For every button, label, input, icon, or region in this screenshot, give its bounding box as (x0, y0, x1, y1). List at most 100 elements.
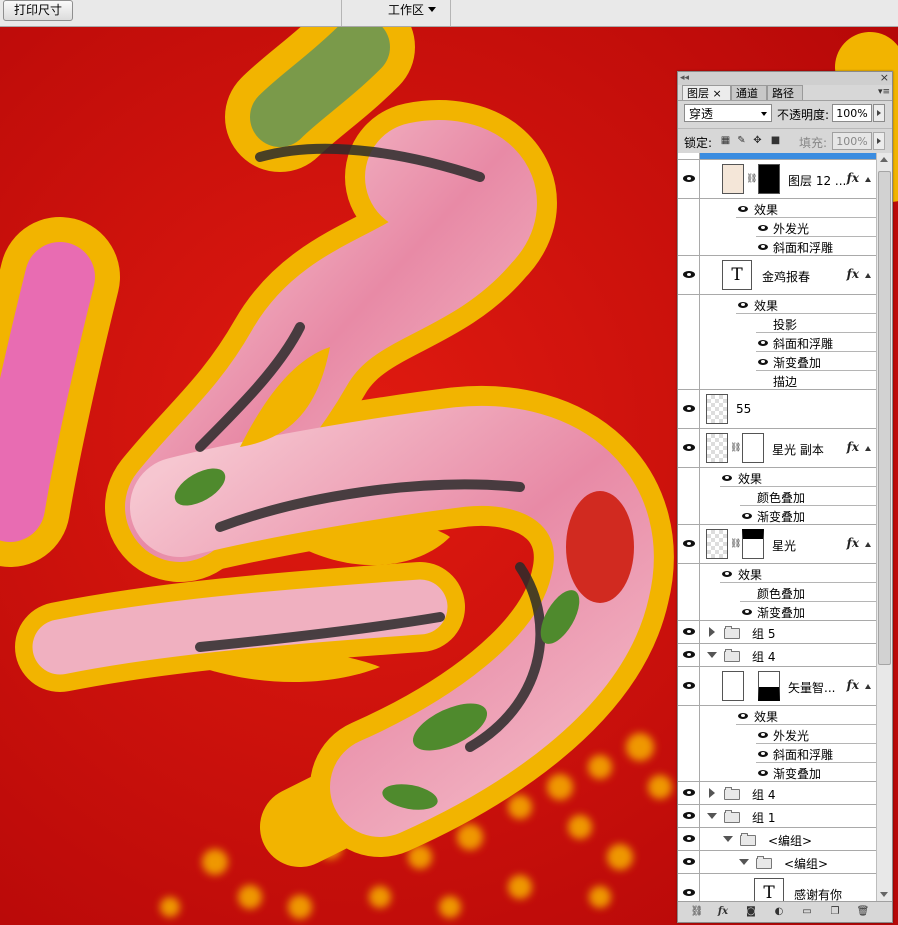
visibility-toggle[interactable] (678, 744, 700, 763)
visibility-toggle[interactable] (678, 621, 700, 643)
layer-row-group1[interactable]: 组 1 (678, 805, 876, 828)
print-size-button[interactable]: 打印尺寸 (3, 0, 73, 21)
visibility-toggle[interactable] (678, 583, 700, 602)
visibility-toggle[interactable] (678, 782, 700, 804)
fill-field[interactable]: 100% (832, 132, 872, 150)
fx-icon[interactable]: fx (847, 171, 859, 185)
visibility-toggle[interactable] (678, 706, 700, 725)
new-group-icon[interactable]: ▭ (800, 905, 814, 918)
visibility-toggle[interactable] (678, 371, 700, 389)
layer-row-group5[interactable]: 组 5 (678, 621, 876, 644)
effect-row[interactable]: 斜面和浮雕 (678, 744, 876, 763)
fx-icon[interactable]: fx (847, 267, 859, 281)
visibility-toggle[interactable] (678, 487, 700, 506)
visibility-toggle[interactable] (678, 429, 700, 467)
expand-arrow-icon[interactable] (709, 788, 715, 798)
visibility-toggle[interactable] (678, 153, 700, 159)
add-mask-icon[interactable]: ◙ (744, 905, 758, 918)
visibility-toggle[interactable] (678, 805, 700, 827)
layer-row-layer12[interactable]: ⛓ 图层 12 ... fx (678, 160, 876, 199)
scroll-thumb[interactable] (878, 171, 891, 665)
effect-row[interactable]: 渐变叠加 (678, 352, 876, 371)
effects-row[interactable]: 效果 (678, 564, 876, 583)
visibility-toggle[interactable] (678, 828, 700, 850)
tab-layers[interactable]: 图层 × (682, 85, 731, 100)
panel-titlebar[interactable]: ◂◂ × (678, 71, 892, 85)
close-icon[interactable]: × (880, 71, 889, 84)
effect-row[interactable]: 渐变叠加 (678, 506, 876, 525)
lock-transparency-icon[interactable]: ▦ (720, 135, 731, 146)
layer-row-text-jinji[interactable]: T 金鸡报春 fx (678, 256, 876, 295)
visibility-toggle[interactable] (678, 352, 700, 371)
layer-row-xingguang-copy[interactable]: ⛓ 星光 副本 fx (678, 429, 876, 468)
effect-row[interactable]: 外发光 (678, 725, 876, 744)
trash-icon[interactable]: 🗑 (856, 905, 870, 918)
layer-row-xingguang[interactable]: ⛓ 星光 fx (678, 525, 876, 564)
scroll-up-icon[interactable] (880, 157, 888, 162)
visibility-toggle[interactable] (678, 333, 700, 352)
visibility-toggle[interactable] (678, 468, 700, 487)
lock-all-icon[interactable]: ■ (770, 135, 781, 146)
effects-row[interactable]: 效果 (678, 468, 876, 487)
collapse-arrow-icon[interactable] (707, 813, 717, 819)
visibility-toggle[interactable] (678, 506, 700, 524)
fx-icon[interactable]: fx (847, 536, 859, 550)
adjustment-layer-icon[interactable]: ◐ (772, 905, 786, 918)
visibility-toggle[interactable] (678, 851, 700, 873)
layer-row-55[interactable]: 55 (678, 390, 876, 429)
visibility-toggle[interactable] (678, 644, 700, 666)
visibility-toggle[interactable] (678, 874, 700, 901)
visibility-toggle[interactable] (678, 763, 700, 781)
effects-row[interactable]: 效果 (678, 295, 876, 314)
effect-row[interactable]: 颜色叠加 (678, 583, 876, 602)
visibility-toggle[interactable] (678, 525, 700, 563)
visibility-toggle[interactable] (678, 667, 700, 705)
effect-row[interactable]: 描边 (678, 371, 876, 390)
visibility-toggle[interactable] (678, 256, 700, 294)
expand-effects-icon[interactable] (865, 177, 871, 182)
panel-menu-icon[interactable]: ▾≡ (878, 87, 890, 97)
lock-paint-icon[interactable]: ✎ (736, 135, 747, 146)
add-style-icon[interactable]: fx (716, 905, 730, 918)
effect-row[interactable]: 渐变叠加 (678, 763, 876, 782)
visibility-toggle[interactable] (678, 218, 700, 237)
visibility-toggle[interactable] (678, 199, 700, 218)
layer-row-text-thanks[interactable]: T 感谢有你 (678, 874, 876, 901)
link-layers-icon[interactable]: ⛓ (690, 905, 704, 918)
workspace-menu[interactable]: 工作区 (388, 0, 437, 20)
effects-row[interactable]: 效果 (678, 199, 876, 218)
opacity-slider-button[interactable] (873, 104, 885, 122)
visibility-toggle[interactable] (678, 237, 700, 255)
layer-row-edit-group[interactable]: <编组> (678, 851, 876, 874)
layer-row-vector-smart[interactable]: 矢量智... fx (678, 667, 876, 706)
layer-row-edit-group[interactable]: <编组> (678, 828, 876, 851)
effect-row[interactable]: 颜色叠加 (678, 487, 876, 506)
collapse-arrow-icon[interactable] (723, 836, 733, 842)
fx-icon[interactable]: fx (847, 678, 859, 692)
collapse-arrow-icon[interactable] (707, 652, 717, 658)
visibility-toggle[interactable] (678, 314, 700, 333)
layer-row-group4-open[interactable]: 组 4 (678, 644, 876, 667)
visibility-toggle[interactable] (678, 602, 700, 620)
effect-row[interactable]: 投影 (678, 314, 876, 333)
scroll-down-icon[interactable] (880, 892, 888, 897)
tab-paths[interactable]: 路径 (767, 85, 803, 100)
collapse-icon[interactable]: ◂◂ (680, 73, 689, 83)
visibility-toggle[interactable] (678, 160, 700, 198)
expand-effects-icon[interactable] (865, 684, 871, 689)
effect-row[interactable]: 外发光 (678, 218, 876, 237)
visibility-toggle[interactable] (678, 295, 700, 314)
visibility-toggle[interactable] (678, 564, 700, 583)
expand-arrow-icon[interactable] (709, 627, 715, 637)
new-layer-icon[interactable]: ❐ (828, 905, 842, 918)
effects-row[interactable]: 效果 (678, 706, 876, 725)
close-icon[interactable]: × (713, 87, 722, 100)
effect-row[interactable]: 斜面和浮雕 (678, 333, 876, 352)
visibility-toggle[interactable] (678, 390, 700, 428)
tab-channels[interactable]: 通道 (731, 85, 767, 100)
collapse-arrow-icon[interactable] (739, 859, 749, 865)
opacity-field[interactable]: 100% (832, 104, 872, 122)
expand-effects-icon[interactable] (865, 273, 871, 278)
layers-scrollbar[interactable] (876, 153, 892, 901)
fill-slider-button[interactable] (873, 132, 885, 150)
